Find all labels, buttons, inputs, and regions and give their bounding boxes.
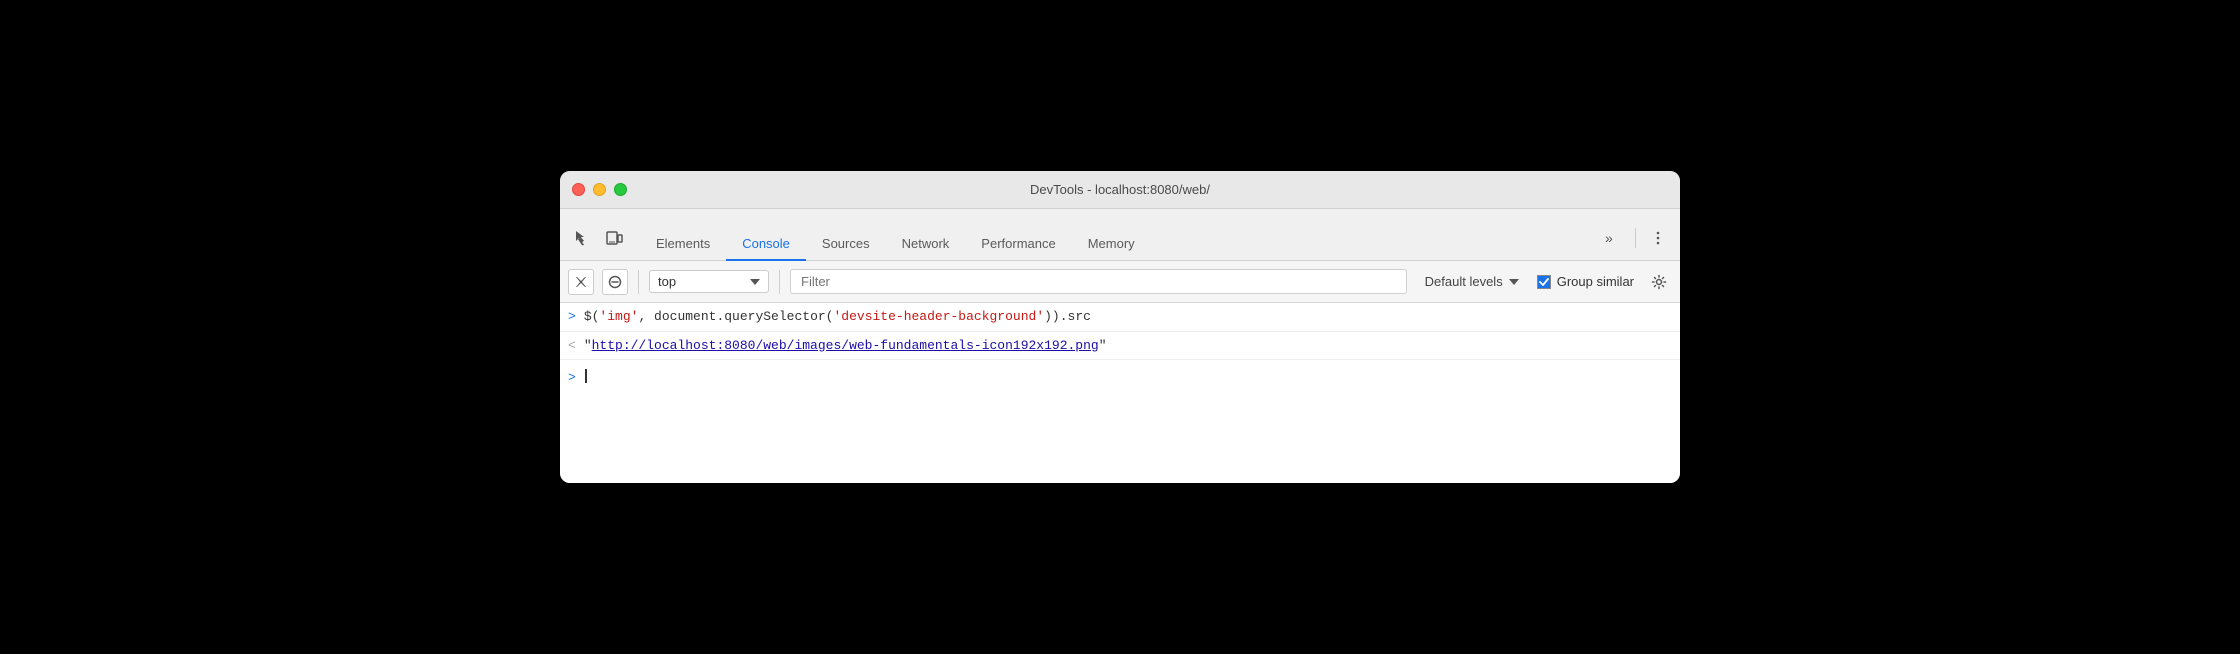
console-output-line-1: < "http://localhost:8080/web/images/web-… — [560, 332, 1680, 361]
inspector-icon[interactable] — [568, 224, 596, 252]
tab-memory[interactable]: Memory — [1072, 228, 1151, 261]
device-toolbar-icon[interactable] — [600, 224, 628, 252]
traffic-lights — [572, 183, 627, 196]
context-selector[interactable]: top — [649, 270, 769, 293]
close-button[interactable] — [572, 183, 585, 196]
console-input-line-1: > $('img', document.querySelector('devsi… — [560, 303, 1680, 332]
cursor — [585, 369, 587, 383]
output-prompt-1: < — [568, 336, 576, 353]
minimize-button[interactable] — [593, 183, 606, 196]
tab-bar-right: » — [1599, 224, 1672, 260]
tab-bar-icons — [568, 224, 628, 260]
toolbar-separator-2 — [779, 270, 780, 294]
toolbar-separator-1 — [638, 270, 639, 294]
more-tabs-icon[interactable]: » — [1599, 224, 1627, 252]
settings-icon[interactable] — [1646, 269, 1672, 295]
title-bar: DevTools - localhost:8080/web/ — [560, 171, 1680, 209]
tab-elements[interactable]: Elements — [640, 228, 726, 261]
context-value: top — [658, 274, 676, 289]
window-title: DevTools - localhost:8080/web/ — [1030, 182, 1210, 197]
svg-text:»: » — [1605, 230, 1613, 246]
levels-label: Default levels — [1425, 274, 1503, 289]
group-similar-label: Group similar — [1557, 274, 1634, 289]
clear-console-icon[interactable] — [568, 269, 594, 295]
separator — [1635, 228, 1636, 248]
tab-network[interactable]: Network — [886, 228, 966, 261]
tab-performance[interactable]: Performance — [965, 228, 1071, 261]
input-prompt-1: > — [568, 307, 576, 324]
console-output: > $('img', document.querySelector('devsi… — [560, 303, 1680, 483]
console-output-text-1: "http://localhost:8080/web/images/web-fu… — [584, 336, 1672, 356]
tab-bar: Elements Console Sources Network Perform… — [560, 209, 1680, 261]
tab-console[interactable]: Console — [726, 228, 806, 261]
default-levels-button[interactable]: Default levels — [1415, 271, 1529, 292]
more-options-icon[interactable] — [1644, 224, 1672, 252]
no-entry-icon[interactable] — [602, 269, 628, 295]
filter-input[interactable] — [790, 269, 1407, 294]
console-active-input-line[interactable]: > — [560, 360, 1680, 392]
console-toolbar: top Default levels Group similar — [560, 261, 1680, 303]
maximize-button[interactable] — [614, 183, 627, 196]
group-similar-area[interactable]: Group similar — [1537, 274, 1634, 289]
tab-sources[interactable]: Sources — [806, 228, 886, 261]
devtools-window: DevTools - localhost:8080/web/ Elements … — [560, 171, 1680, 483]
output-url-link[interactable]: http://localhost:8080/web/images/web-fun… — [592, 338, 1099, 353]
string-literal-selector: 'devsite-header-background' — [833, 309, 1044, 324]
console-input-text-1[interactable]: $('img', document.querySelector('devsite… — [584, 307, 1672, 327]
active-prompt: > — [568, 368, 576, 385]
string-literal-img: 'img' — [599, 309, 638, 324]
group-similar-checkbox[interactable] — [1537, 275, 1551, 289]
